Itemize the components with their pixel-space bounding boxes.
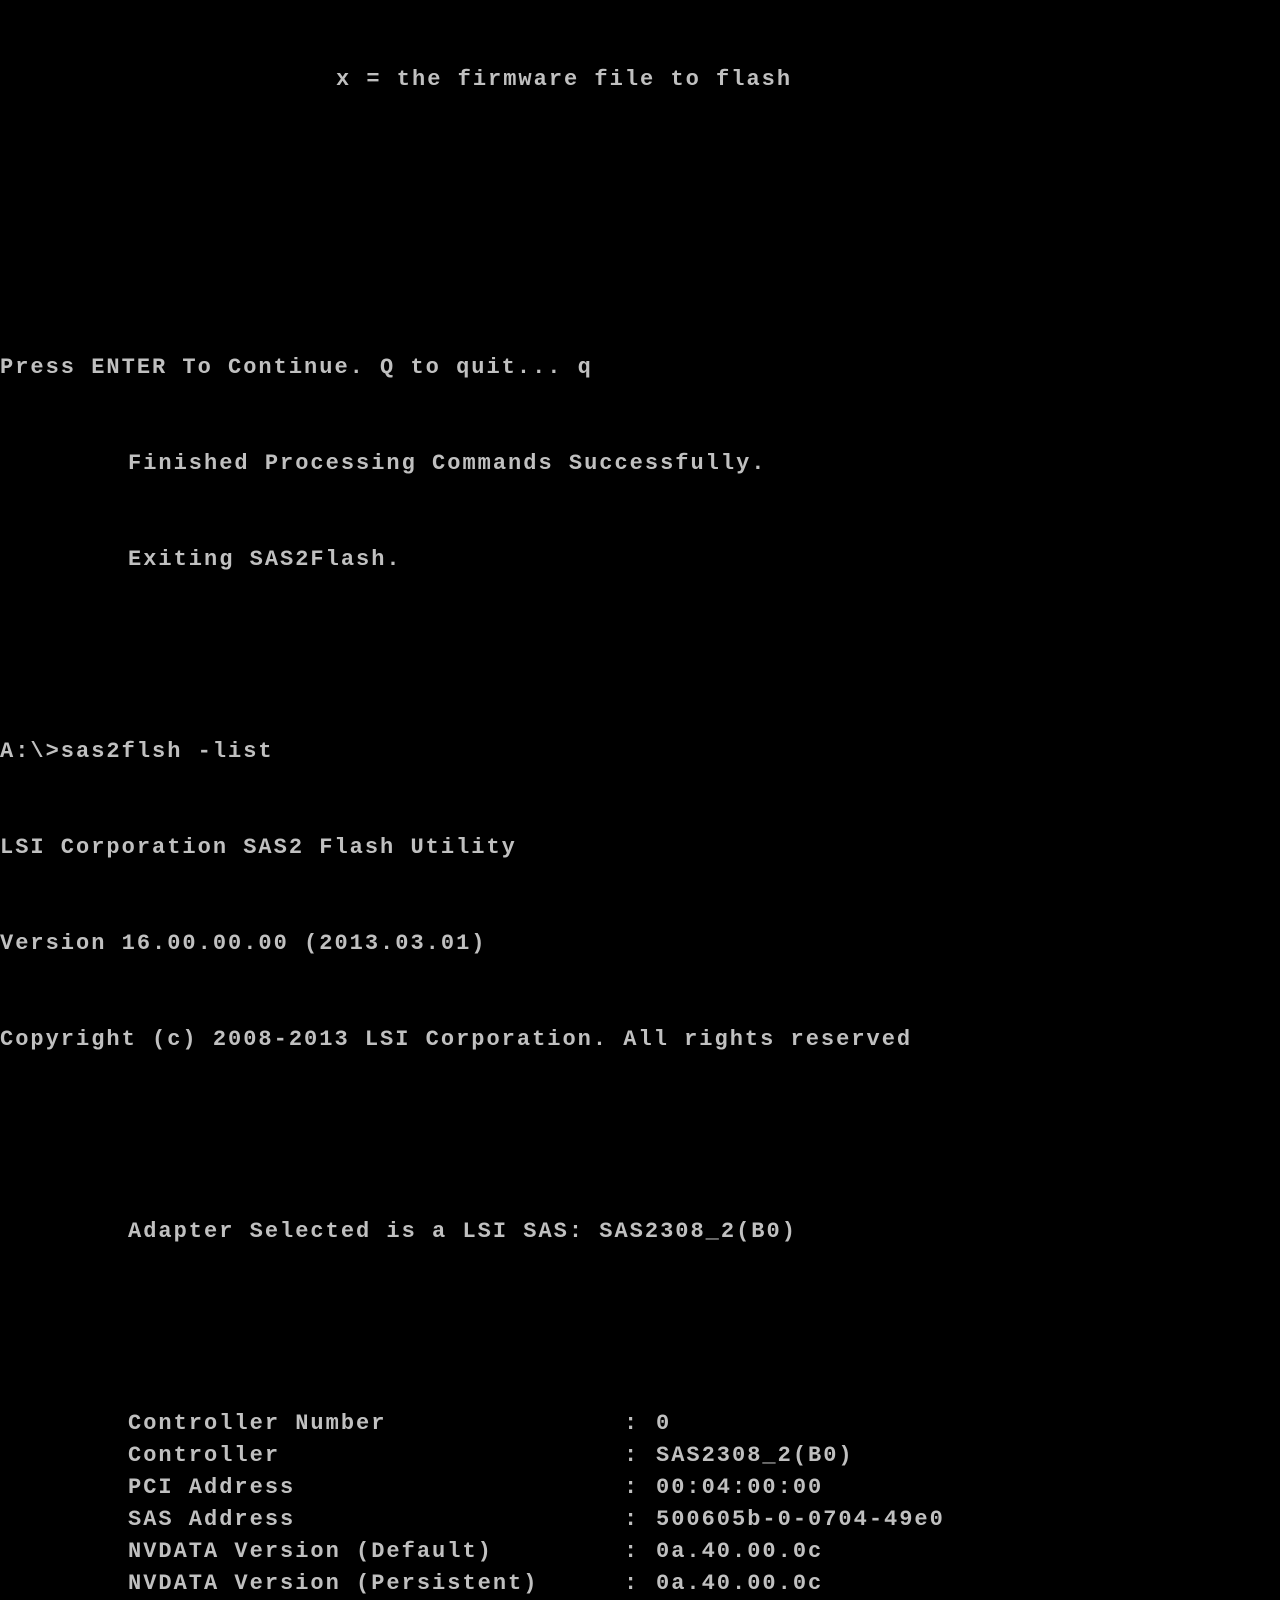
blank-line [0, 1312, 1280, 1344]
info-label: PCI Address [128, 1472, 624, 1504]
info-value: SAS2308_2(B0) [656, 1440, 854, 1472]
info-row: SAS Address: 500605b-0-0704-49e0 [0, 1504, 1280, 1536]
terminal-output[interactable]: x = the firmware file to flash Press ENT… [0, 0, 1280, 1600]
command-prompt-line: A:\>sas2flsh -list [0, 736, 1280, 768]
info-separator: : [624, 1440, 656, 1472]
info-label: NVDATA Version (Default) [128, 1536, 624, 1568]
info-row: NVDATA Version (Default): 0a.40.00.0c [0, 1536, 1280, 1568]
utility-version-line: Version 16.00.00.00 (2013.03.01) [0, 928, 1280, 960]
msg-finished-line: Finished Processing Commands Successfull… [0, 448, 1280, 480]
info-value: 500605b-0-0704-49e0 [656, 1504, 945, 1536]
utility-copyright-line: Copyright (c) 2008-2013 LSI Corporation.… [0, 1024, 1280, 1056]
info-row: PCI Address: 00:04:00:00 [0, 1472, 1280, 1504]
adapter-selected-line: Adapter Selected is a LSI SAS: SAS2308_2… [0, 1216, 1280, 1248]
info-row: NVDATA Version (Persistent): 0a.40.00.0c [0, 1568, 1280, 1600]
info-separator: : [624, 1504, 656, 1536]
info-value: 0 [656, 1408, 671, 1440]
blank-line [0, 1120, 1280, 1152]
info-value: 0a.40.00.0c [656, 1536, 823, 1568]
header-hint-line: x = the firmware file to flash [0, 64, 1280, 96]
info-value: 0a.40.00.0c [656, 1568, 823, 1600]
info-label: NVDATA Version (Persistent) [128, 1568, 624, 1600]
info-label: Controller [128, 1440, 624, 1472]
blank-line [0, 640, 1280, 672]
info-separator: : [624, 1536, 656, 1568]
utility-name-line: LSI Corporation SAS2 Flash Utility [0, 832, 1280, 864]
info-label: Controller Number [128, 1408, 624, 1440]
info-row: Controller: SAS2308_2(B0) [0, 1440, 1280, 1472]
info-label: SAS Address [128, 1504, 624, 1536]
info-separator: : [624, 1408, 656, 1440]
info-row: Controller Number: 0 [0, 1408, 1280, 1440]
info-value: 00:04:00:00 [656, 1472, 823, 1504]
info-separator: : [624, 1568, 656, 1600]
msg-exiting-line: Exiting SAS2Flash. [0, 544, 1280, 576]
blank-line [0, 256, 1280, 288]
prompt-continue-line: Press ENTER To Continue. Q to quit... q [0, 352, 1280, 384]
blank-line [0, 160, 1280, 192]
info-separator: : [624, 1472, 656, 1504]
